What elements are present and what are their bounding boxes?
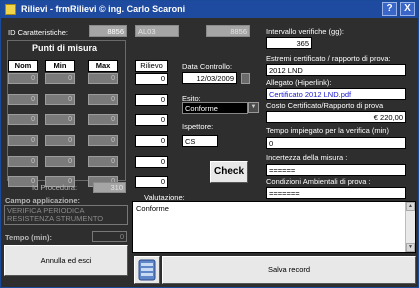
valutazione-scrollbar[interactable]: ▲ ▼ <box>405 202 415 252</box>
rilievo-input[interactable]: 0 <box>135 73 168 85</box>
valutazione-text: Conforme <box>136 204 169 213</box>
costo-label: Costo Certificato/Rapporto di prova <box>266 101 384 110</box>
database-icon <box>138 259 156 281</box>
esito-dropdown-arrow-icon[interactable]: ▼ <box>248 102 259 113</box>
min-cell[interactable]: 0 <box>45 73 75 84</box>
id-caratteristiche-field: 8856 <box>89 25 127 37</box>
id-procedura-label: Id Procedura: <box>32 183 78 192</box>
rilievo-input[interactable]: 0 <box>135 114 168 126</box>
esito-select[interactable]: Conforme <box>182 102 248 114</box>
tempo-verifica-input[interactable]: 0 <box>266 137 406 149</box>
min-cell[interactable]: 0 <box>45 94 75 105</box>
max-cell[interactable]: 0 <box>88 73 118 84</box>
campo-applicazione-field: VERIFICA PERIODICA RESISTENZA STRUMENTO <box>4 205 128 225</box>
help-button[interactable]: ? <box>382 2 397 16</box>
value-ghost-field: 8856 <box>206 25 250 37</box>
min-cell[interactable]: 0 <box>45 156 75 167</box>
check-button[interactable]: Check <box>210 161 248 183</box>
form-body: ID Caratteristiche: 8856 AL03 8856 Punti… <box>2 18 417 287</box>
app-icon <box>5 4 16 15</box>
rilievo-input[interactable]: 0 <box>135 156 168 168</box>
campo-applicazione-line2: RESISTENZA STRUMENTO <box>7 214 104 223</box>
costo-input[interactable]: € 220,00 <box>266 111 406 123</box>
nom-cell[interactable]: 0 <box>8 94 38 105</box>
nom-cell[interactable]: 0 <box>8 114 38 125</box>
rilievo-input[interactable]: 0 <box>135 176 168 188</box>
ispettore-label: Ispettore: <box>182 122 214 131</box>
title-bar: Rilievi - frmRilievi © ing. Carlo Scaron… <box>1 1 418 18</box>
tempo-verifica-label: Tempo impiegato per la verifica (min) <box>266 126 389 135</box>
ispettore-input[interactable]: CS <box>182 135 218 147</box>
data-controllo-input[interactable]: 12/03/2009 <box>182 72 237 84</box>
campo-applicazione-label: Campo applicazione: <box>5 196 81 205</box>
close-button[interactable]: X <box>400 2 415 16</box>
estremi-label: Estremi certificato / rapporto di prova: <box>266 54 391 63</box>
max-cell[interactable]: 0 <box>88 135 118 146</box>
nom-header: Nom <box>8 60 38 72</box>
nom-cell[interactable]: 0 <box>8 135 38 146</box>
allegato-label: Allegato (Hiperlink): <box>266 78 332 87</box>
intervallo-label: Intervallo verifiche (gg): <box>266 27 344 36</box>
min-cell[interactable]: 0 <box>45 135 75 146</box>
window-title: Rilievi - frmRilievi © ing. Carlo Scaron… <box>21 4 186 14</box>
calendar-picker-icon[interactable] <box>241 73 250 84</box>
condizioni-input[interactable]: ======= <box>266 187 406 199</box>
salva-record-button[interactable]: Salva record <box>162 256 416 284</box>
intervallo-input[interactable]: 365 <box>266 37 312 49</box>
id-caratteristiche-label: ID Caratteristiche: <box>8 28 69 37</box>
max-cell[interactable]: 0 <box>88 94 118 105</box>
incertezza-label: Incertezza della misura : <box>266 153 348 162</box>
allegato-link[interactable]: Certificato 2012 LND.pdf <box>266 88 406 100</box>
min-header: Min <box>45 60 75 72</box>
max-cell[interactable]: 0 <box>88 114 118 125</box>
max-cell[interactable]: 0 <box>88 156 118 167</box>
punti-di-misura-title: Punti di misura <box>32 43 98 53</box>
incertezza-input[interactable]: ====== <box>266 164 406 176</box>
nom-cell[interactable]: 0 <box>8 156 38 167</box>
rilievi-window: Rilievi - frmRilievi © ing. Carlo Scaron… <box>0 0 419 288</box>
nom-cell[interactable]: 0 <box>8 73 38 84</box>
code-ghost-field: AL03 <box>135 25 179 37</box>
scroll-up-icon[interactable]: ▲ <box>406 202 415 211</box>
rilievo-header: Rilievo <box>135 60 168 72</box>
tempo-label: Tempo (min): <box>5 233 52 242</box>
estremi-input[interactable]: 2012 LND <box>266 64 406 76</box>
scroll-down-icon[interactable]: ▼ <box>406 243 415 252</box>
min-cell[interactable]: 0 <box>45 114 75 125</box>
tempo-field: 0 <box>92 231 127 242</box>
annulla-button[interactable]: Annulla ed esci <box>4 245 128 276</box>
rilievo-input[interactable]: 0 <box>135 94 168 106</box>
save-icon-button[interactable] <box>134 256 160 284</box>
rilievo-input[interactable]: 0 <box>135 135 168 147</box>
data-controllo-label: Data Controllo: <box>182 62 233 71</box>
id-procedura-field: 310 <box>93 182 126 193</box>
condizioni-label: Condizioni Ambientali di prova : <box>266 177 371 186</box>
valutazione-textarea[interactable]: Conforme ▲ ▼ <box>132 201 416 253</box>
max-header: Max <box>88 60 118 72</box>
